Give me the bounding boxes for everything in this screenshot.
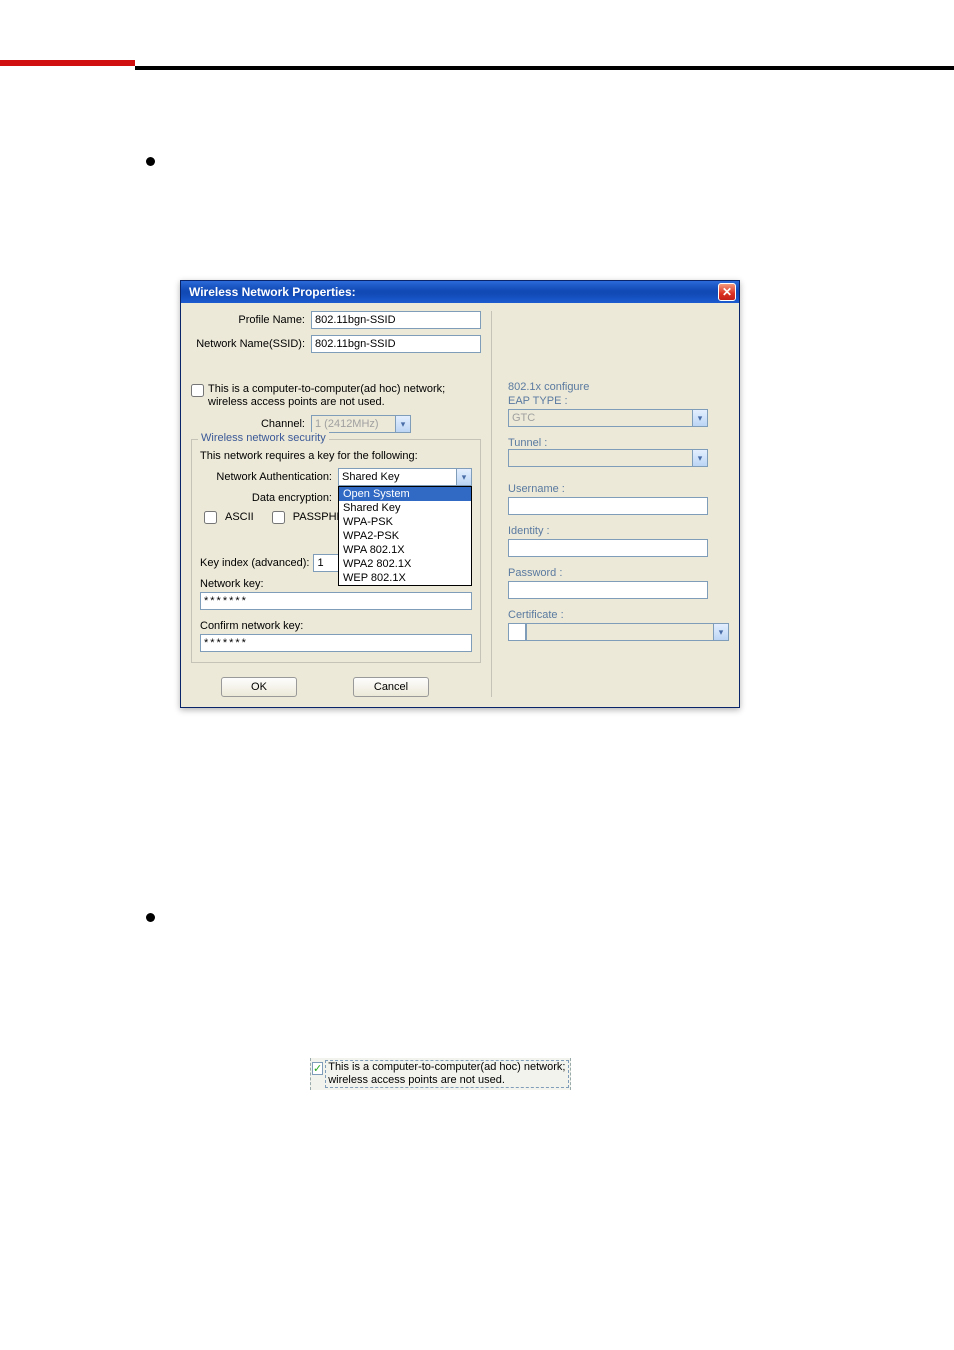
auth-option[interactable]: WPA2-PSK bbox=[339, 529, 471, 543]
network-auth-value: Shared Key bbox=[342, 471, 399, 483]
auth-option[interactable]: Shared Key bbox=[339, 501, 471, 515]
divider-bar bbox=[135, 66, 954, 70]
bullet-icon bbox=[146, 157, 155, 166]
identity-label: Identity : bbox=[508, 525, 729, 537]
close-button[interactable]: ✕ bbox=[718, 283, 736, 301]
ok-button[interactable]: OK bbox=[221, 677, 297, 697]
chevron-down-icon[interactable]: ▾ bbox=[456, 469, 471, 485]
certificate-label: Certificate : bbox=[508, 609, 729, 621]
close-icon: ✕ bbox=[722, 285, 732, 299]
username-label: Username : bbox=[508, 483, 729, 495]
password-label: Password : bbox=[508, 567, 729, 579]
network-name-label: Network Name(SSID): bbox=[191, 338, 311, 350]
certificate-select bbox=[526, 623, 729, 641]
network-auth-label: Network Authentication: bbox=[200, 471, 338, 483]
security-group: Wireless network security This network r… bbox=[191, 439, 481, 663]
security-group-title: Wireless network security bbox=[198, 432, 329, 444]
eap-type-select: GTC bbox=[508, 409, 708, 427]
titlebar-text: Wireless Network Properties: bbox=[189, 285, 356, 299]
tunnel-label: Tunnel : bbox=[508, 437, 729, 449]
chevron-down-icon: ▾ bbox=[395, 416, 410, 432]
chevron-down-icon: ▾ bbox=[692, 410, 707, 426]
eap-type-label: EAP TYPE : bbox=[508, 395, 729, 407]
adhoc-checkbox[interactable] bbox=[191, 384, 204, 397]
confirm-key-label: Confirm network key: bbox=[200, 620, 472, 632]
adhoc-strip-checkbox[interactable]: ✓ bbox=[312, 1062, 323, 1075]
right-column: 802.1x configure EAP TYPE : GTC ▾ Tunnel… bbox=[491, 311, 729, 697]
adhoc-label: This is a computer-to-computer(ad hoc) n… bbox=[208, 383, 481, 409]
channel-label: Channel: bbox=[191, 418, 311, 430]
security-prompt: This network requires a key for the foll… bbox=[200, 450, 472, 462]
ascii-checkbox-label[interactable]: ASCII bbox=[204, 510, 254, 524]
chevron-down-icon: ▾ bbox=[713, 624, 728, 640]
adhoc-strip-text: This is a computer-to-computer(ad hoc) n… bbox=[325, 1060, 569, 1088]
dot1x-header: 802.1x configure bbox=[508, 381, 729, 393]
network-key-input[interactable] bbox=[200, 592, 472, 610]
auth-option[interactable]: WEP 802.1X bbox=[339, 571, 471, 585]
auth-option[interactable]: Open System bbox=[339, 487, 471, 501]
network-auth-select[interactable]: Shared Key bbox=[338, 468, 472, 486]
adhoc-help-strip: ✓ This is a computer-to-computer(ad hoc)… bbox=[310, 1058, 571, 1090]
key-index-label: Key index (advanced): bbox=[200, 557, 309, 569]
check-icon: ✓ bbox=[313, 1062, 322, 1075]
network-name-input[interactable] bbox=[311, 335, 481, 353]
eap-type-value: GTC bbox=[512, 412, 535, 424]
passphrase-checkbox[interactable] bbox=[272, 511, 285, 524]
titlebar[interactable]: Wireless Network Properties: ✕ bbox=[181, 281, 739, 303]
certificate-checkbox[interactable] bbox=[508, 623, 526, 641]
left-column: Profile Name: Network Name(SSID): This i… bbox=[191, 311, 491, 697]
bullet-icon bbox=[146, 913, 155, 922]
auth-option[interactable]: WPA2 802.1X bbox=[339, 557, 471, 571]
chevron-down-icon: ▾ bbox=[692, 450, 707, 466]
auth-option[interactable]: WPA-PSK bbox=[339, 515, 471, 529]
auth-option[interactable]: WPA 802.1X bbox=[339, 543, 471, 557]
username-input[interactable] bbox=[508, 497, 708, 515]
password-input[interactable] bbox=[508, 581, 708, 599]
data-encryption-label: Data encryption: bbox=[200, 492, 338, 504]
channel-value: 1 (2412MHz) bbox=[315, 418, 379, 430]
ascii-text: ASCII bbox=[225, 511, 254, 523]
network-auth-dropdown[interactable]: Open System Shared Key WPA-PSK WPA2-PSK … bbox=[338, 486, 472, 586]
confirm-key-input[interactable] bbox=[200, 634, 472, 652]
ascii-checkbox[interactable] bbox=[204, 511, 217, 524]
identity-input[interactable] bbox=[508, 539, 708, 557]
profile-name-label: Profile Name: bbox=[191, 314, 311, 326]
wireless-properties-dialog: Wireless Network Properties: ✕ Profile N… bbox=[180, 280, 740, 708]
accent-bar bbox=[0, 60, 135, 66]
cancel-button[interactable]: Cancel bbox=[353, 677, 429, 697]
key-index-value: 1 bbox=[317, 557, 323, 569]
profile-name-input[interactable] bbox=[311, 311, 481, 329]
tunnel-select bbox=[508, 449, 708, 467]
